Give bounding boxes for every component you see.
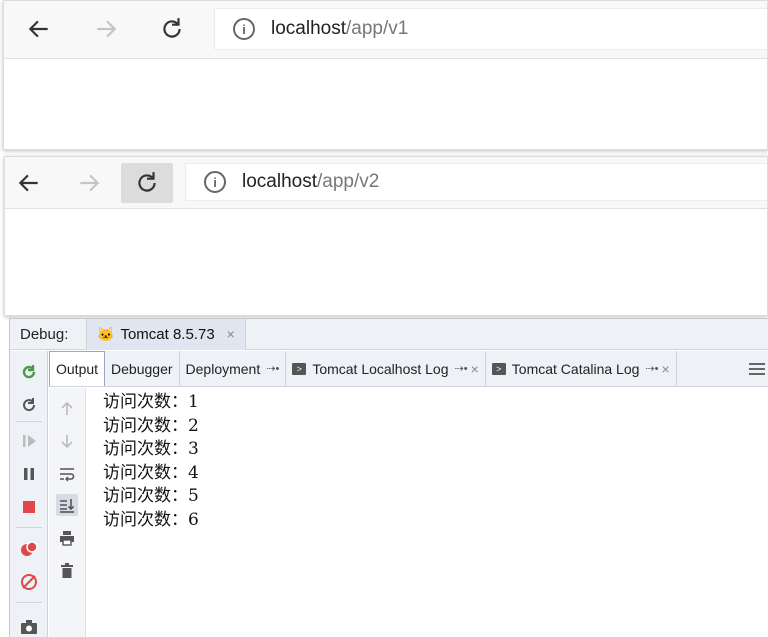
console-line: 访问次数：2 (103, 415, 199, 436)
divider (16, 527, 42, 528)
address-bar[interactable]: i localhost/app/v1 (214, 8, 767, 50)
tab-label: Output (56, 361, 99, 377)
arrow-left-icon (28, 20, 48, 38)
scroll-to-end-icon (60, 499, 75, 513)
rerun-icon (22, 365, 36, 379)
tab-label: Tomcat Catalina Log (511, 360, 640, 377)
console-line: 访问次数：4 (103, 462, 199, 483)
mute-breakpoints-icon (21, 574, 37, 590)
trash-icon (61, 563, 73, 578)
debug-side-toolbar (10, 351, 48, 637)
pin-icon[interactable]: ⇢• (645, 362, 658, 375)
pin-icon[interactable]: ⇢• (455, 362, 468, 375)
tab-tomcat-catalina-log[interactable]: > Tomcat Catalina Log ⇢• × (486, 351, 677, 386)
tab-label: Debugger (111, 360, 173, 377)
browser-window-v2: i localhost/app/v2 (4, 156, 768, 316)
screenshot-button[interactable] (18, 616, 40, 637)
console-output[interactable]: 访问次数：1 访问次数：2 访问次数：3 访问次数：4 访问次数：5 访问次数：… (90, 389, 768, 637)
output-toolbar (49, 388, 86, 637)
browser-window-v1: i localhost/app/v1 (3, 0, 768, 150)
console-line: 访问次数：6 (103, 509, 199, 530)
breakpoints-icon (21, 541, 38, 556)
url-text: localhost/app/v1 (271, 18, 409, 39)
reload-icon (163, 18, 181, 38)
close-icon[interactable]: × (227, 326, 235, 342)
menu-icon[interactable] (746, 351, 768, 386)
debug-label: Debug: (20, 325, 69, 343)
mute-breakpoints-button[interactable] (18, 571, 40, 593)
console-line: 访问次数：3 (103, 439, 199, 460)
terminal-icon: > (292, 362, 307, 375)
terminal-icon: > (491, 362, 506, 375)
tab-output[interactable]: Output (49, 351, 106, 386)
camera-icon (21, 620, 37, 634)
soft-wrap-button[interactable] (56, 463, 78, 485)
print-icon (60, 531, 74, 546)
pause-button[interactable] (18, 463, 40, 485)
browser-toolbar: i localhost/app/v1 (4, 1, 767, 59)
screenshot: i localhost/app/v1 i localhost/app/v2 De (0, 0, 768, 637)
reload-button[interactable] (121, 163, 173, 203)
console-line: 访问次数：1 (103, 392, 199, 412)
refresh-icon (23, 398, 36, 412)
forward-button[interactable] (69, 163, 109, 203)
print-button[interactable] (56, 527, 78, 549)
scroll-up-button[interactable] (56, 398, 78, 420)
debug-tabs: Output Debugger Deployment ⇢• > Tomcat Loc… (49, 351, 768, 387)
tab-label: Tomcat Localhost Log (312, 360, 449, 377)
rerun-button[interactable] (18, 361, 40, 383)
soft-wrap-icon (60, 468, 75, 482)
pause-icon (24, 468, 34, 480)
arrow-right-icon (97, 20, 117, 38)
resume-icon (23, 435, 36, 447)
scroll-down-button[interactable] (56, 430, 78, 452)
scroll-to-end-button[interactable] (56, 494, 78, 516)
clear-all-button[interactable] (56, 560, 78, 582)
close-icon[interactable]: × (662, 361, 670, 377)
forward-button[interactable] (86, 9, 126, 49)
tab-label: Deployment (185, 360, 261, 377)
browser-toolbar: i localhost/app/v2 (5, 157, 767, 209)
arrow-down-icon (61, 435, 73, 449)
arrow-right-icon (80, 174, 100, 192)
tomcat-icon: 🐱 (97, 325, 115, 342)
divider (16, 602, 42, 603)
close-icon[interactable]: × (471, 361, 479, 377)
back-button[interactable] (9, 163, 49, 203)
back-button[interactable] (19, 9, 59, 49)
address-bar[interactable]: i localhost/app/v2 (185, 163, 767, 201)
reload-icon (138, 172, 156, 192)
resume-button[interactable] (18, 430, 40, 452)
tab-deployment[interactable]: Deployment ⇢• (180, 351, 287, 386)
run-config-label: Tomcat 8.5.73 (120, 325, 215, 343)
view-breakpoints-button[interactable] (18, 538, 40, 560)
arrow-left-icon (18, 174, 38, 192)
stop-icon (23, 501, 35, 513)
pin-icon[interactable]: ⇢• (266, 362, 279, 375)
reload-button[interactable] (152, 9, 192, 49)
info-icon[interactable]: i (204, 171, 226, 193)
tab-debugger[interactable]: Debugger (105, 351, 180, 386)
console-line: 访问次数：5 (103, 486, 199, 507)
divider (16, 421, 42, 422)
run-config-tab[interactable]: 🐱 Tomcat 8.5.73 × (86, 318, 246, 350)
info-icon[interactable]: i (233, 18, 255, 40)
arrow-up-icon (61, 401, 73, 415)
update-button[interactable] (18, 394, 40, 416)
debug-header: Debug: 🐱 Tomcat 8.5.73 × (10, 318, 768, 350)
ide-debug-panel: Debug: 🐱 Tomcat 8.5.73 × Output Debugger… (9, 318, 768, 637)
url-text: localhost/app/v2 (242, 171, 380, 192)
tab-tomcat-localhost-log[interactable]: > Tomcat Localhost Log ⇢• × (286, 351, 486, 386)
stop-button[interactable] (18, 496, 40, 518)
